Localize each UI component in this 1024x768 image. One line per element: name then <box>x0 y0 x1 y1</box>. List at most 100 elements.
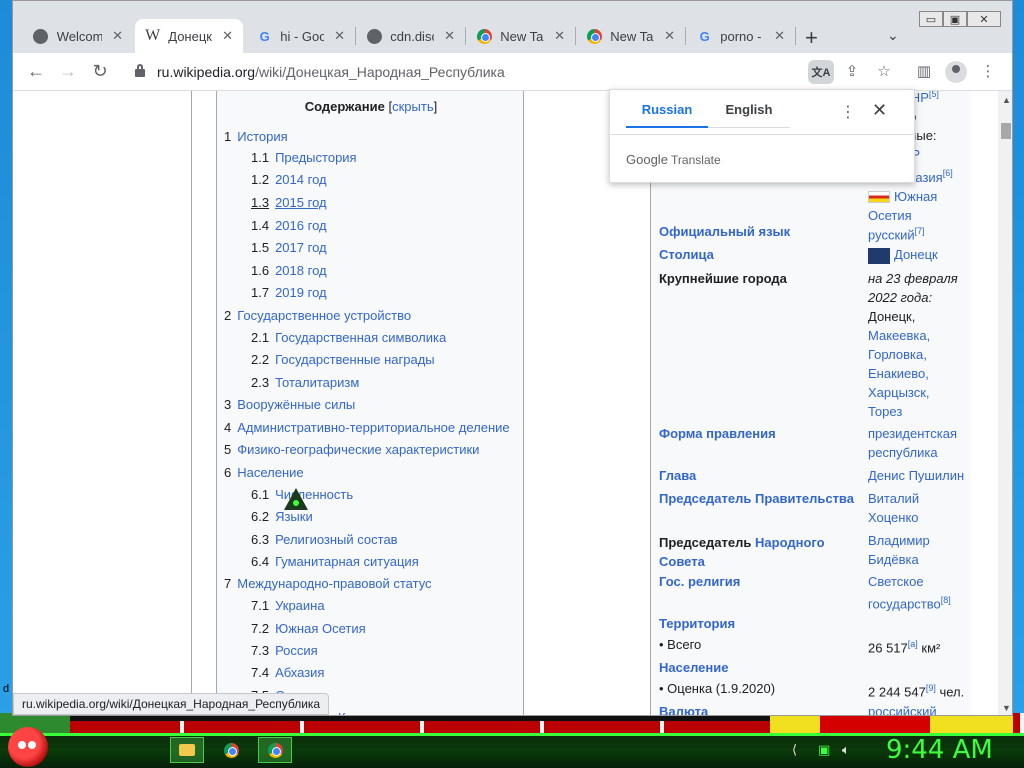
council-chair-value[interactable]: Владимир Бидёвка <box>868 531 968 569</box>
toc-item-link[interactable]: Религиозный состав <box>275 532 398 547</box>
toc-item-link[interactable]: Гуманитарная ситуация <box>275 554 419 569</box>
government-form-label[interactable]: Форма правления <box>659 426 776 441</box>
toc-item-link[interactable]: Государственное устройство <box>237 308 411 323</box>
toc-item[interactable]: 6.4 Гуманитарная ситуация <box>251 554 419 569</box>
close-icon[interactable]: ✕ <box>774 28 785 44</box>
desktop-icon-label[interactable]: d <box>3 683 9 695</box>
tab-new-tab-2[interactable]: New Tab ✕ <box>577 19 685 53</box>
toc-item-link[interactable]: Южная Осетия <box>275 621 366 636</box>
toc-item[interactable]: 2.1 Государственная символика <box>251 330 446 345</box>
reload-button[interactable]: ↻ <box>89 61 111 82</box>
toc-item[interactable]: 1.1 Предыстория <box>251 150 357 165</box>
share-icon[interactable]: ⇪ <box>841 62 863 80</box>
tray-chevron-icon[interactable]: ⟨ <box>792 742 797 758</box>
toc-item-link[interactable]: Тоталитаризм <box>275 375 359 390</box>
taskbar-file-explorer[interactable] <box>170 737 204 763</box>
toc-hide-link[interactable]: скрыть <box>392 99 434 114</box>
close-icon[interactable]: ✕ <box>872 100 887 121</box>
more-options-icon[interactable]: ⋮ <box>840 102 856 122</box>
maximize-button[interactable]: ▣ <box>943 11 967 27</box>
translate-icon[interactable]: 文A <box>808 60 834 84</box>
capital-value[interactable]: Донецк <box>868 245 988 264</box>
toc-item[interactable]: 6.3 Религиозный состав <box>251 532 398 547</box>
toc-item-link[interactable]: 2016 год <box>275 218 327 233</box>
tab-welcome[interactable]: Welcome ✕ <box>23 19 133 53</box>
new-tab-button[interactable]: + <box>805 25 818 51</box>
toc-item-link[interactable]: История <box>237 129 287 144</box>
toc-item-link[interactable]: Население <box>237 465 303 480</box>
close-window-button[interactable]: ✕ <box>967 11 1001 27</box>
territory-label[interactable]: Территория <box>659 616 735 631</box>
tab-new-tab-1[interactable]: New Tab ✕ <box>467 19 575 53</box>
close-icon[interactable]: ✕ <box>554 28 565 44</box>
toc-item-link[interactable]: 2014 год <box>275 172 327 187</box>
official-language-label[interactable]: Официальный язык <box>659 224 790 239</box>
taskbar-clock[interactable]: 9:44 AM <box>886 735 993 765</box>
toc-item-link[interactable]: Физико-географические характеристики <box>237 442 479 457</box>
toc-item-link[interactable]: Государственная символика <box>275 330 446 345</box>
currency-label[interactable]: Валюта <box>659 704 708 715</box>
lock-icon[interactable] <box>135 64 145 77</box>
head-value[interactable]: Денис Пушилин <box>868 466 978 485</box>
tab-search-chevron-icon[interactable]: ⌄ <box>887 27 899 44</box>
bookmark-star-icon[interactable]: ☆ <box>873 62 895 80</box>
toc-item[interactable]: 2.2 Государственные награды <box>251 352 435 367</box>
tab-dnr-wikipedia[interactable]: W Донецкая ✕ <box>135 19 243 53</box>
toc-item-link[interactable]: Вооружённые силы <box>237 397 355 412</box>
menu-kebab-icon[interactable]: ⋮ <box>977 62 999 80</box>
toc-item[interactable]: 1 История <box>224 129 288 144</box>
toc-item[interactable]: 3 Вооружённые силы <box>224 397 355 412</box>
toc-item[interactable]: 5 Физико-географические характеристики <box>224 442 479 457</box>
toc-item-link[interactable]: Языки <box>275 509 313 524</box>
official-language-value[interactable]: русский[7] <box>868 222 968 244</box>
profile-avatar-icon[interactable] <box>945 61 967 83</box>
translate-tab-russian[interactable]: Russian <box>626 102 708 128</box>
toc-item-link[interactable]: Абхазия <box>275 665 324 680</box>
close-icon[interactable]: ✕ <box>222 28 233 44</box>
toc-item-link[interactable]: Административно-территориальное деление <box>237 420 509 435</box>
prime-minister-value[interactable]: Виталий Хоценко <box>868 489 968 527</box>
religion-value[interactable]: Светское государство[8] <box>868 572 968 613</box>
currency-value[interactable]: российский <box>868 702 968 715</box>
toc-item[interactable]: 6.2 Языки <box>251 509 313 524</box>
toc-item[interactable]: 2 Государственное устройство <box>224 308 411 323</box>
start-button-angry-bird-icon[interactable] <box>8 727 48 767</box>
tab-cdn-discord[interactable]: cdn.disc ✕ <box>357 19 465 53</box>
toc-item-link[interactable]: 2015 год <box>275 195 327 210</box>
scroll-down-icon[interactable]: ▼ <box>1002 703 1011 713</box>
toc-item[interactable]: 7.3 Россия <box>251 643 318 658</box>
scroll-up-icon[interactable]: ▲ <box>1002 95 1011 105</box>
toc-item[interactable]: 1.4 2016 год <box>251 218 327 233</box>
population-label[interactable]: Население <box>659 660 728 675</box>
toc-item-link[interactable]: Предыстория <box>275 150 357 165</box>
toc-item[interactable]: 6 Население <box>224 465 304 480</box>
address-bar[interactable]: ru.wikipedia.org/wiki/Донецкая_Народная_… <box>157 64 505 80</box>
minimize-button[interactable]: ▭ <box>919 11 943 27</box>
close-icon[interactable]: ✕ <box>664 28 675 44</box>
taskbar-chrome[interactable] <box>214 737 248 763</box>
toc-item-link[interactable]: Украина <box>275 598 325 613</box>
side-panel-icon[interactable]: ▥ <box>913 62 935 80</box>
toc-item[interactable]: 1.3 2015 год <box>251 195 327 210</box>
toc-item-link[interactable]: Государственные награды <box>275 352 435 367</box>
tab-google-hi[interactable]: G hi - Goo ✕ <box>247 19 355 53</box>
toc-item[interactable]: 7.2 Южная Осетия <box>251 621 366 636</box>
toc-item[interactable]: 7.4 Абхазия <box>251 665 324 680</box>
toc-item[interactable]: 1.5 2017 год <box>251 240 327 255</box>
taskbar-chrome-active[interactable] <box>258 737 292 763</box>
toc-item-link[interactable]: 2017 год <box>275 240 327 255</box>
toc-item-link[interactable]: Россия <box>275 643 318 658</box>
close-icon[interactable]: ✕ <box>444 28 455 44</box>
toc-item[interactable]: 1.2 2014 год <box>251 172 327 187</box>
close-icon[interactable]: ✕ <box>112 28 123 44</box>
toc-item[interactable]: 7.1 Украина <box>251 598 325 613</box>
toc-item[interactable]: 1.6 2018 год <box>251 263 327 278</box>
toc-item[interactable]: 7 Международно-правовой статус <box>224 576 432 591</box>
scrollbar-thumb[interactable] <box>1001 123 1011 139</box>
volume-icon[interactable]: 🔈︎ <box>842 742 850 758</box>
capital-label[interactable]: Столица <box>659 247 714 262</box>
page-scrollbar[interactable]: ▲ ▼ <box>998 91 1012 715</box>
toc-item[interactable]: 4 Административно-территориальное деление <box>224 420 510 435</box>
close-icon[interactable]: ✕ <box>334 28 345 44</box>
back-button[interactable]: ← <box>25 61 47 82</box>
